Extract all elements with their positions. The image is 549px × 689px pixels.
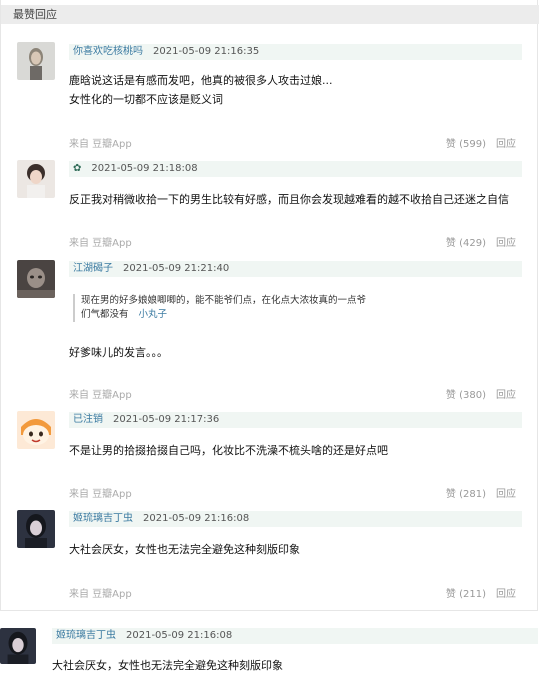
comment-source: 来自 豆瓣App xyxy=(69,589,132,600)
comment-text: 鹿晗说这话是有感而发吧，他真的被很多人攻击过娘... 女性化的一切都不应该是贬义… xyxy=(69,73,333,107)
comment-line: 大社会厌女，女性也无法完全避免这种刻版印象 xyxy=(69,543,300,556)
reply-button[interactable]: 回应 xyxy=(496,138,516,152)
comment-text: 大社会厌女，女性也无法完全避免这种刻版印象 xyxy=(52,659,283,672)
reply-button[interactable]: 回应 xyxy=(496,389,516,403)
comment-meta: 你喜欢吃核桃吗 2021-05-09 21:16:35 xyxy=(69,44,522,60)
comment-line: 女性化的一切都不应该是贬义词 xyxy=(69,93,223,106)
reply-button[interactable]: 回应 xyxy=(496,488,516,502)
comment-line: 反正我对稍微收拾一下的男生比较有好感，而且你会发现越难看的越不收拾自己还迷之自信 xyxy=(69,193,509,206)
avatar[interactable] xyxy=(17,42,55,80)
leaf-icon: ✿ xyxy=(73,163,82,174)
quoted-comment: 现在男的好多娘娘唧唧的，能不能爷们点，在化点大浓妆真的一点爷 们气都没有 小丸子 xyxy=(73,294,411,322)
comment-user[interactable]: 已注销 xyxy=(73,414,103,425)
comment-source: 来自 豆瓣App xyxy=(69,238,132,249)
comment-meta: ✿ 2021-05-09 21:18:08 xyxy=(69,161,522,177)
comment-source: 来自 豆瓣App xyxy=(69,489,132,500)
avatar[interactable] xyxy=(17,510,55,548)
comment-footer: 来自 豆瓣App 赞 (599) 回应 xyxy=(69,138,522,152)
comment-time: 2021-05-09 21:18:08 xyxy=(91,163,198,174)
like-button[interactable]: 赞 (429) xyxy=(446,237,486,251)
comment-time: 2021-05-09 21:21:40 xyxy=(123,263,230,274)
like-button[interactable]: 赞 (281) xyxy=(446,488,486,502)
quoted-user[interactable]: 小丸子 xyxy=(139,309,168,320)
comment-meta: 姬琉璃吉丁虫 2021-05-09 21:16:08 xyxy=(52,628,538,644)
comment-time: 2021-05-09 21:16:08 xyxy=(126,630,233,641)
comment-footer: 来自 豆瓣App 赞 (211) 回应 xyxy=(69,588,522,602)
comment-text: 好爹味儿的发言。。。 xyxy=(69,345,168,360)
comment-line: 鹿晗说这话是有感而发吧，他真的被很多人攻击过娘... xyxy=(69,74,333,87)
comment-footer: 来自 豆瓣App 赞 (281) 回应 xyxy=(69,488,522,502)
comment-user[interactable]: 姬琉璃吉丁虫 xyxy=(56,630,116,641)
like-button[interactable]: 赞 (380) xyxy=(446,389,486,403)
comment-meta: 姬琉璃吉丁虫 2021-05-09 21:16:08 xyxy=(69,511,522,527)
comment-text: 反正我对稍微收拾一下的男生比较有好感，而且你会发现越难看的越不收拾自己还迷之自信 xyxy=(69,192,509,207)
like-button[interactable]: 赞 (211) xyxy=(446,588,486,602)
quoted-text: 们气都没有 xyxy=(81,309,129,320)
comment-time: 2021-05-09 21:16:35 xyxy=(153,46,260,57)
comment-user[interactable]: 江湖碣子 xyxy=(73,263,113,274)
comment-footer: 来自 豆瓣App 赞 (429) 回应 xyxy=(69,237,522,251)
reply-button[interactable]: 回应 xyxy=(496,237,516,251)
comment-meta: 江湖碣子 2021-05-09 21:21:40 xyxy=(69,261,522,277)
comment-item: 姬琉璃吉丁虫 2021-05-09 21:16:08 大社会厌女，女性也无法完全避… xyxy=(0,620,549,689)
top-comments-section: 最赞回应 你喜欢吃核桃吗 2021-05-09 21:16:35 鹿晗说这话是有感… xyxy=(0,0,539,611)
comment-line: 好爹味儿的发言。。。 xyxy=(69,346,168,359)
avatar[interactable] xyxy=(0,628,36,664)
quoted-text: 现在男的好多娘娘唧唧的，能不能爷们点，在化点大浓妆真的一点爷 xyxy=(81,295,367,306)
comment-time: 2021-05-09 21:16:08 xyxy=(143,513,250,524)
comment-source: 来自 豆瓣App xyxy=(69,390,132,401)
comment-user[interactable]: 你喜欢吃核桃吗 xyxy=(73,46,143,57)
section-title: 最赞回应 xyxy=(1,5,539,24)
comment-time: 2021-05-09 21:17:36 xyxy=(113,414,220,425)
reply-button[interactable]: 回应 xyxy=(496,588,516,602)
comment-footer: 来自 豆瓣App 赞 (380) 回应 xyxy=(69,389,522,403)
avatar[interactable] xyxy=(17,411,55,449)
like-button[interactable]: 赞 (599) xyxy=(446,138,486,152)
comment-text: 不是让男的拾掇拾掇自己吗，化妆比不洗澡不梳头啥的还是好点吧 xyxy=(69,443,388,458)
comment-meta: 已注销 2021-05-09 21:17:36 xyxy=(69,412,522,428)
avatar[interactable] xyxy=(17,260,55,298)
avatar[interactable] xyxy=(17,160,55,198)
comment-source: 来自 豆瓣App xyxy=(69,139,132,150)
comment-user[interactable]: 姬琉璃吉丁虫 xyxy=(73,513,133,524)
comment-line: 不是让男的拾掇拾掇自己吗，化妆比不洗澡不梳头啥的还是好点吧 xyxy=(69,444,388,457)
comment-text: 大社会厌女，女性也无法完全避免这种刻版印象 xyxy=(69,542,300,557)
